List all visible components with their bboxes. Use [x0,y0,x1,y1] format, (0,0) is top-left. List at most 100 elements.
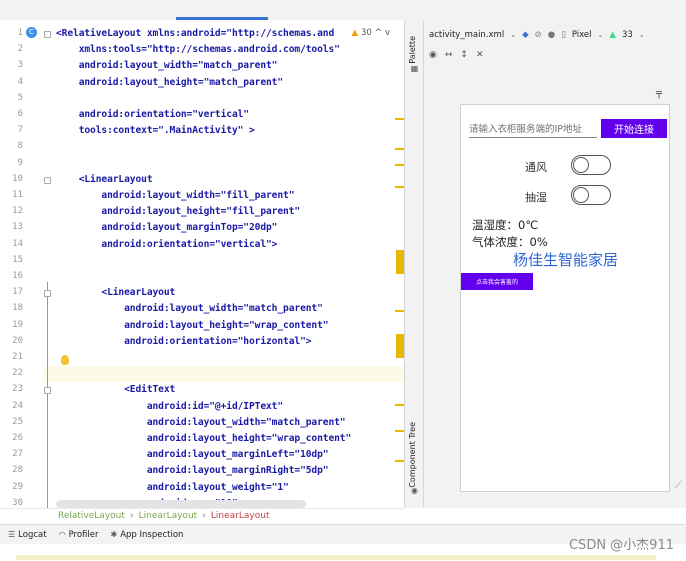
code-line[interactable]: android:layout_height="wrap_content" [56,433,351,444]
pin-icon[interactable]: ╤ [656,88,662,99]
fold-toggle-icon[interactable] [44,31,51,38]
line-number: 1 [17,28,23,38]
ip-address-input[interactable] [469,121,597,138]
code-line[interactable]: android:layout_width="match_parent" [56,60,278,71]
line-number: 24 [12,400,23,411]
chevron-down-icon[interactable]: ⌄ [510,31,516,39]
error-stripe-mark[interactable] [395,404,404,406]
watermark: CSDN @小杰911 [568,538,674,553]
class-badge-icon: C [26,27,37,38]
breadcrumb[interactable]: RelativeLayout › LinearLayout › LinearLayout [0,508,404,524]
breadcrumb-item[interactable]: LinearLayout [139,511,198,521]
breadcrumb-item[interactable]: RelativeLayout [58,511,125,521]
prev-highlight-icon[interactable]: ^ [375,28,382,38]
designer-toolbar: activity_main.xml ⌄ ◆ ⊘ ● ▯ Pixel ⌄ ▲ 33… [424,20,686,60]
error-stripe-mark[interactable] [396,250,404,274]
code-line[interactable]: <LinearLayout [56,174,153,185]
indent-guide [47,282,48,508]
eye-icon[interactable]: ◉ [429,50,437,60]
app-inspection-icon: ✱ [110,530,118,539]
code-line[interactable]: android:layout_weight="1" [56,482,289,493]
code-line[interactable]: android:layout_width="match_parent" [56,303,323,314]
code-line[interactable]: <RelativeLayout xmlns:android="http://sc… [56,28,334,39]
code-text-area[interactable]: <RelativeLayout xmlns:android="http://sc… [56,20,392,508]
night-mode-icon[interactable]: ● [548,30,555,40]
component-tree-tab[interactable]: Component Tree [408,422,417,488]
switch-knob [573,187,589,203]
horizontal-constraint-icon[interactable]: ↔ [445,50,453,60]
resize-handle-icon[interactable]: ⟋ [675,480,682,491]
line-number: 21 [12,352,23,362]
magic-wand-icon[interactable]: ✕ [476,50,484,60]
code-line[interactable]: android:layout_width="match_parent" [56,417,346,428]
breadcrumb-item-current[interactable]: LinearLayout [211,511,270,521]
line-number: 11 [12,190,23,200]
app-inspection-button[interactable]: ✱ App Inspection [111,530,184,540]
footer-highlight [16,555,656,560]
palette-icon: ▦ [410,64,419,73]
code-line[interactable]: <LinearLayout [56,287,175,298]
dehumidify-label: 抽湿 [525,191,547,204]
code-line[interactable]: android:orientation="vertical" [56,109,249,120]
dehumidify-switch[interactable] [571,185,611,205]
side-tool-strip: ▦ Palette Component Tree ◉ [404,20,424,508]
shy-button[interactable]: 点击我会害羞的 [461,273,533,290]
code-line[interactable]: android:layout_height="match_parent" [56,77,283,88]
error-stripe-mark[interactable] [395,460,404,462]
code-line[interactable]: android:layout_marginRight="5dp" [56,465,329,476]
line-number: 19 [12,319,23,330]
horizontal-scrollbar[interactable] [56,500,306,508]
inspection-widget[interactable]: ▲ 30 ^ v [351,28,390,38]
code-line[interactable]: android:layout_height="fill_parent" [56,206,300,217]
code-editor[interactable]: C <RelativeLayout xmlns:android="http://… [0,20,404,508]
vertical-constraint-icon[interactable]: ↕ [460,50,468,60]
line-number: 16 [12,271,23,281]
line-number: 22 [12,368,23,379]
gas-concentration-readout: 气体浓度：0% [472,235,548,249]
app-inspection-label: App Inspection [120,529,184,540]
error-stripe-mark[interactable] [395,186,404,188]
android-api-icon: ▲ [609,30,616,40]
device-select[interactable]: Pixel [572,30,592,40]
logcat-button[interactable]: ☰ Logcat [8,530,47,540]
layout-file-select[interactable]: activity_main.xml [429,30,504,40]
error-stripe-mark[interactable] [395,148,404,150]
next-highlight-icon[interactable]: v [385,28,390,38]
error-stripe-mark[interactable] [396,334,404,358]
line-number: 8 [17,141,23,152]
code-line[interactable]: android:layout_marginLeft="10dp" [56,449,329,460]
error-stripe-mark[interactable] [395,310,404,312]
design-surface-icon[interactable]: ◆ [522,30,529,40]
device-preview: 开始连接 通风 抽湿 温湿度：0℃ 气体浓度：0% 杨佳生智能家居 点击我会害羞… [460,104,670,492]
logcat-icon: ☰ [8,530,16,539]
palette-tab[interactable]: Palette [408,36,417,64]
error-stripe-mark[interactable] [395,164,404,166]
connect-button[interactable]: 开始连接 [601,119,667,138]
line-number: 27 [12,449,23,460]
code-line[interactable]: android:id="@+id/IPText" [56,401,283,412]
ventilation-label: 通风 [525,161,547,174]
fold-toggle-icon[interactable] [44,290,51,298]
code-line[interactable]: tools:context=".MainActivity" > [56,125,255,136]
code-line[interactable]: <EditText [56,384,175,395]
code-line[interactable]: android:orientation="horizontal"> [56,336,311,347]
code-line[interactable]: android:layout_width="fill_parent" [56,190,294,201]
chevron-down-icon[interactable]: ⌄ [639,31,645,39]
profiler-button[interactable]: ◠ Profiler [59,530,99,540]
error-stripe-mark[interactable] [395,118,404,120]
line-number: 28 [12,465,23,476]
code-line[interactable]: android:orientation="vertical"> [56,239,277,250]
api-level-select[interactable]: 33 [622,30,633,40]
fold-toggle-icon[interactable] [44,387,51,395]
orientation-icon[interactable]: ⊘ [535,30,542,40]
code-line[interactable]: android:layout_height="wrap_content" [56,320,328,331]
line-number: 4 [17,76,23,87]
chevron-down-icon[interactable]: ⌄ [598,31,604,39]
code-line[interactable]: xmlns:tools="http://schemas.android.com/… [56,44,340,55]
line-number: 26 [12,433,23,443]
code-line[interactable]: android:layout_marginTop="20dp" [56,222,277,233]
line-number: 17 [12,287,23,298]
ventilation-switch[interactable] [571,155,611,175]
error-stripe-mark[interactable] [395,430,404,432]
fold-toggle-icon[interactable] [44,176,51,184]
